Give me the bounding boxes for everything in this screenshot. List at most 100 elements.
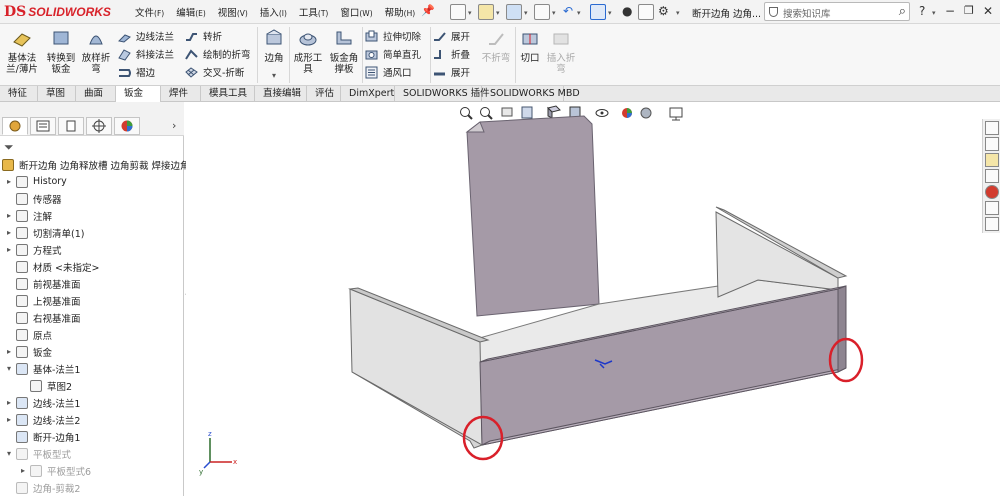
tree-item-flat-pattern[interactable]: ▾ 平板型式 (4, 445, 188, 462)
chevron-right-icon[interactable]: › (172, 119, 176, 132)
expand-arrow-icon[interactable]: ▸ (4, 415, 14, 424)
expand-arrow-icon[interactable]: ▸ (4, 211, 14, 220)
tree-item-equations[interactable]: ▸ 方程式 (4, 241, 188, 258)
expand-arrow-icon[interactable]: ▸ (4, 177, 14, 186)
sketched-bend-button[interactable]: 绘制的折弯 (185, 46, 251, 62)
extruded-cut-button[interactable]: 拉伸切除 (365, 28, 421, 44)
miter-flange-button[interactable]: 斜接法兰 (118, 46, 174, 62)
display-manager-tab-icon[interactable] (114, 117, 140, 135)
tree-item-annotations[interactable]: ▸ 注解 (4, 207, 188, 224)
tab-solidworks-mbd[interactable]: SOLIDWORKS MBD (482, 86, 580, 102)
expand-arrow-icon[interactable]: ▸ (4, 228, 14, 237)
corners-button[interactable]: 边角 ▾ (261, 28, 287, 81)
expand-arrow-icon[interactable]: ▾ (4, 364, 14, 373)
graphics-area[interactable]: ⧉ − ❐ ✕ ⬒ (186, 102, 1000, 496)
menu-edit[interactable]: 编辑(E) (176, 5, 206, 19)
options-gear-icon[interactable]: ⚙ (658, 4, 669, 18)
new-document-icon[interactable] (450, 4, 466, 20)
chevron-down-icon[interactable]: ▾ (577, 9, 581, 17)
filter-icon[interactable]: ⏷ (4, 140, 14, 155)
tree-item-top-plane[interactable]: 上视基准面 (4, 292, 188, 309)
tree-root[interactable]: 断开边角 边角释放槽 边角剪裁 焊接边角 ( (2, 156, 186, 173)
file-explorer-icon[interactable] (984, 153, 999, 167)
tree-item-corner-trim2[interactable]: 边角-剪裁2 (4, 479, 188, 496)
print-icon[interactable] (534, 4, 550, 20)
tab-features[interactable]: 特征 (0, 86, 38, 102)
lofted-bend-button[interactable]: 放样折 弯 (80, 28, 112, 75)
tab-solidworks-addins[interactable]: SOLIDWORKS 插件 (395, 86, 490, 102)
forming-tool-button[interactable]: 成形工 具 (291, 28, 325, 75)
tree-item-cut-list[interactable]: ▸ 切割清单(1) (4, 224, 188, 241)
insert-bends-button[interactable]: 插入折 弯 (545, 28, 577, 75)
sheet-metal-part-model[interactable]: z x y (186, 102, 1000, 496)
tree-item-material[interactable]: 材质 <未指定> (4, 258, 188, 275)
tree-item-history[interactable]: ▸ History (4, 173, 188, 190)
open-folder-icon[interactable] (478, 4, 494, 20)
no-bends-button[interactable]: 不折弯 (479, 28, 513, 64)
chevron-down-icon[interactable]: ▾ (496, 9, 500, 17)
expand-arrow-icon[interactable]: ▸ (4, 245, 14, 254)
tree-item-sketch2[interactable]: 草图2 (18, 377, 202, 394)
chevron-down-icon[interactable]: ▾ (468, 9, 472, 17)
pin-icon[interactable]: 📌 (421, 4, 435, 17)
tab-weldments[interactable]: 焊件 (161, 86, 201, 102)
rip-button[interactable]: 切口 (517, 28, 543, 64)
dimxpert-manager-tab-icon[interactable] (86, 117, 112, 135)
appearances-icon[interactable] (984, 185, 999, 199)
expand-arrow-icon[interactable]: ▸ (18, 466, 28, 475)
menu-file[interactable]: 文件(F) (135, 5, 164, 19)
rebuild-icon[interactable]: ● (622, 4, 632, 18)
flatten-button[interactable]: 展开 (433, 64, 470, 80)
chevron-down-icon[interactable]: ▾ (524, 9, 528, 17)
chevron-down-icon[interactable]: ▾ (261, 70, 287, 81)
view-palette-icon[interactable] (984, 169, 999, 183)
tree-item-base-flange1[interactable]: ▾ 基体-法兰1 (4, 360, 188, 377)
help-icon[interactable]: ? (919, 4, 925, 18)
menu-help[interactable]: 帮助(H) (385, 5, 416, 19)
tree-item-sensors[interactable]: 传感器 (4, 190, 188, 207)
chevron-down-icon[interactable]: ▾ (932, 9, 936, 17)
chevron-down-icon[interactable]: ▾ (552, 9, 556, 17)
hem-button[interactable]: 褶边 (118, 64, 155, 80)
property-manager-tab-icon[interactable] (30, 117, 56, 135)
feature-manager-tab-icon[interactable] (2, 117, 28, 135)
expand-arrow-icon[interactable]: ▸ (4, 398, 14, 407)
tree-item-origin[interactable]: 原点 (4, 326, 188, 343)
minimize-icon[interactable]: − (945, 4, 955, 18)
restore-icon[interactable]: ❐ (964, 4, 974, 17)
unfold-button[interactable]: 展开 (433, 28, 470, 44)
close-icon[interactable]: ✕ (983, 4, 993, 18)
save-icon[interactable] (506, 4, 522, 20)
tree-item-right-plane[interactable]: 右视基准面 (4, 309, 188, 326)
home-icon[interactable] (984, 121, 999, 135)
menu-view[interactable]: 视图(V) (218, 5, 248, 19)
tab-sheet-metal[interactable]: 钣金 (116, 86, 161, 102)
solidworks-logo[interactable]: DS SOLIDWORKS (4, 3, 111, 21)
design-library-icon[interactable] (984, 137, 999, 151)
file-properties-icon[interactable] (638, 4, 654, 20)
chevron-down-icon[interactable]: ▾ (608, 9, 612, 17)
fold-button[interactable]: 折叠 (433, 46, 470, 62)
menu-window[interactable]: 窗口(W) (340, 5, 372, 19)
undo-icon[interactable]: ↶ (563, 4, 573, 18)
convert-to-sheet-metal-button[interactable]: 转换到 钣金 (44, 28, 78, 75)
expand-arrow-icon[interactable]: ▾ (4, 449, 14, 458)
simple-hole-button[interactable]: 简单直孔 (365, 46, 421, 62)
tab-dimxpert[interactable]: DimXpert (341, 86, 395, 102)
tab-surfaces[interactable]: 曲面 (76, 86, 116, 102)
tab-direct-editing[interactable]: 直接编辑 (255, 86, 307, 102)
forum-icon[interactable] (984, 217, 999, 231)
tree-item-break-corner1[interactable]: 断开-边角1 (4, 428, 188, 445)
vent-button[interactable]: 通风口 (365, 64, 412, 80)
tree-item-edge-flange1[interactable]: ▸ 边线-法兰1 (4, 394, 188, 411)
search-knowledge-base[interactable]: 搜索知识库 ⌕ (764, 2, 910, 21)
tree-item-edge-flange2[interactable]: ▸ 边线-法兰2 (4, 411, 188, 428)
cross-break-button[interactable]: 交叉-折断 (185, 64, 244, 80)
tree-item-sheet-metal[interactable]: ▸ 钣金 (4, 343, 188, 360)
tab-evaluate[interactable]: 评估 (307, 86, 341, 102)
expand-arrow-icon[interactable]: ▸ (4, 347, 14, 356)
configuration-manager-tab-icon[interactable] (58, 117, 84, 135)
search-icon[interactable]: ⌕ (899, 4, 906, 19)
jog-button[interactable]: 转折 (185, 28, 222, 44)
edge-flange-button[interactable]: 边线法兰 (118, 28, 174, 44)
